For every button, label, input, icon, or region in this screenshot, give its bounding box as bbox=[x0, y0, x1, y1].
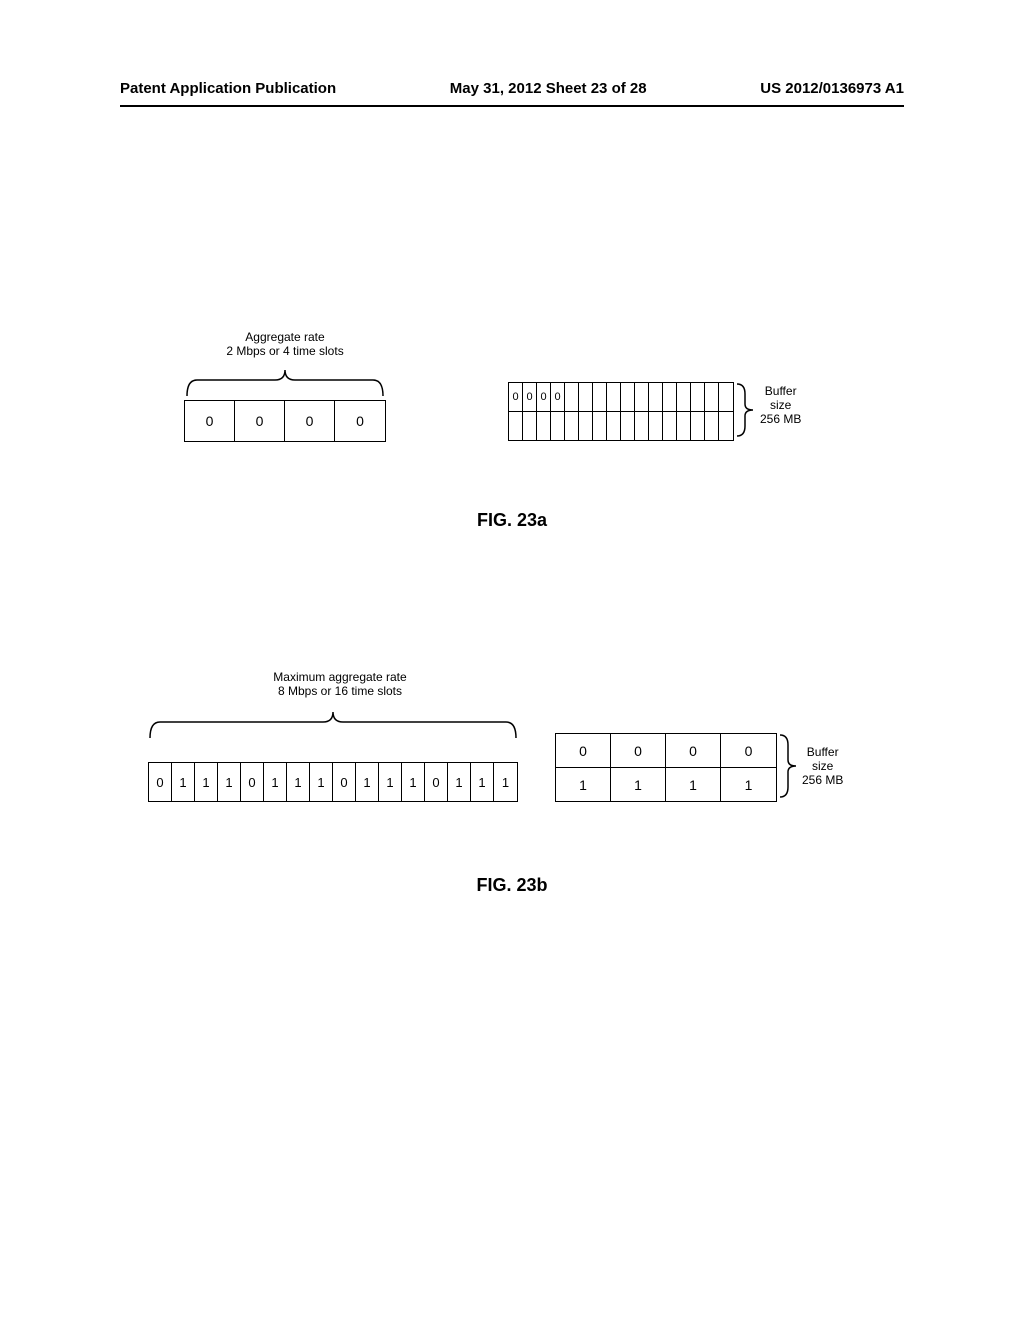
buffer-cell bbox=[607, 412, 621, 440]
slot-cell: 1 bbox=[448, 763, 471, 801]
right-brace-b bbox=[778, 733, 798, 799]
slot-cell: 1 bbox=[218, 763, 241, 801]
buf-label-line2: size bbox=[802, 759, 843, 773]
buf-label-line3: 256 MB bbox=[802, 773, 843, 787]
slot-cell: 1 bbox=[402, 763, 425, 801]
slot-cell: 0 bbox=[185, 401, 235, 441]
buffer-size-label-b: Buffer size 256 MB bbox=[802, 745, 843, 787]
buffer-cell bbox=[649, 412, 663, 440]
figure-caption-a: FIG. 23a bbox=[0, 510, 1024, 531]
buffer-cell bbox=[663, 412, 677, 440]
buffer-cell bbox=[565, 412, 579, 440]
buffer-cell bbox=[593, 412, 607, 440]
buffer-cell: 1 bbox=[666, 768, 721, 801]
buffer-cell: 0 bbox=[537, 383, 551, 411]
slot-cell: 0 bbox=[335, 401, 385, 441]
header-left: Patent Application Publication bbox=[120, 80, 336, 97]
figure-caption-b: FIG. 23b bbox=[0, 875, 1024, 896]
buffer-cell bbox=[579, 412, 593, 440]
buf-label-line2: size bbox=[760, 398, 801, 412]
slot-cell: 1 bbox=[287, 763, 310, 801]
buffer-cell bbox=[523, 412, 537, 440]
slot-cell: 1 bbox=[172, 763, 195, 801]
right-brace-a bbox=[735, 382, 755, 438]
buffer-row bbox=[509, 412, 733, 440]
slot-cell: 0 bbox=[235, 401, 285, 441]
buffer-row: 1 1 1 1 bbox=[556, 768, 776, 801]
slot-cell: 1 bbox=[356, 763, 379, 801]
buffer-cell bbox=[593, 383, 607, 411]
buffer-cell: 0 bbox=[551, 383, 565, 411]
timeslots-a: 0 0 0 0 bbox=[184, 400, 386, 442]
buffer-cell bbox=[691, 383, 705, 411]
buffer-cell: 0 bbox=[721, 734, 776, 767]
header-middle: May 31, 2012 Sheet 23 of 28 bbox=[450, 80, 647, 97]
buffer-cell bbox=[621, 412, 635, 440]
buffer-cell bbox=[635, 383, 649, 411]
buffer-row: 0 0 0 0 bbox=[509, 383, 733, 412]
buffer-cell bbox=[537, 412, 551, 440]
buffer-grid-a: 0 0 0 0 bbox=[508, 382, 734, 441]
top-brace-a bbox=[185, 368, 385, 398]
buffer-size-label-a: Buffer size 256 MB bbox=[760, 384, 801, 426]
slot-cell: 1 bbox=[310, 763, 333, 801]
header-rule bbox=[120, 105, 904, 107]
page-header: Patent Application Publication May 31, 2… bbox=[0, 80, 1024, 97]
buffer-cell bbox=[579, 383, 593, 411]
buffer-row: 0 0 0 0 bbox=[556, 734, 776, 768]
aggregate-rate-label-b: Maximum aggregate rate 8 Mbps or 16 time… bbox=[240, 670, 440, 698]
buffer-cell bbox=[691, 412, 705, 440]
ag-label-line1: Aggregate rate bbox=[195, 330, 375, 344]
ag-label-line2: 2 Mbps or 4 time slots bbox=[195, 344, 375, 358]
buffer-cell bbox=[649, 383, 663, 411]
slot-cell: 0 bbox=[149, 763, 172, 801]
ag-label-line1: Maximum aggregate rate bbox=[240, 670, 440, 684]
buffer-cell: 1 bbox=[611, 768, 666, 801]
buffer-cell: 0 bbox=[523, 383, 537, 411]
slot-cell: 0 bbox=[241, 763, 264, 801]
buffer-cell bbox=[635, 412, 649, 440]
buffer-cell: 0 bbox=[556, 734, 611, 767]
buf-label-line1: Buffer bbox=[760, 384, 801, 398]
buffer-cell bbox=[565, 383, 579, 411]
buffer-cell: 1 bbox=[721, 768, 776, 801]
buffer-cell bbox=[719, 383, 733, 411]
buffer-cell: 0 bbox=[666, 734, 721, 767]
slot-cell: 0 bbox=[425, 763, 448, 801]
buffer-cell bbox=[663, 383, 677, 411]
slot-cell: 0 bbox=[333, 763, 356, 801]
slot-cell: 0 bbox=[285, 401, 335, 441]
timeslots-b: 0 1 1 1 0 1 1 1 0 1 1 1 0 1 1 1 bbox=[148, 762, 518, 802]
buffer-cell bbox=[621, 383, 635, 411]
buffer-cell bbox=[607, 383, 621, 411]
buffer-cell bbox=[677, 412, 691, 440]
buffer-cell bbox=[509, 412, 523, 440]
buffer-cell: 0 bbox=[611, 734, 666, 767]
buffer-cell bbox=[551, 412, 565, 440]
buf-label-line1: Buffer bbox=[802, 745, 843, 759]
slot-cell: 1 bbox=[471, 763, 494, 801]
top-brace-b bbox=[148, 710, 518, 740]
buf-label-line3: 256 MB bbox=[760, 412, 801, 426]
buffer-cell: 1 bbox=[556, 768, 611, 801]
buffer-cell bbox=[705, 383, 719, 411]
ag-label-line2: 8 Mbps or 16 time slots bbox=[240, 684, 440, 698]
header-right: US 2012/0136973 A1 bbox=[760, 80, 904, 97]
slot-cell: 1 bbox=[264, 763, 287, 801]
buffer-cell bbox=[677, 383, 691, 411]
buffer-cell: 0 bbox=[509, 383, 523, 411]
buffer-cell bbox=[719, 412, 733, 440]
slot-cell: 1 bbox=[195, 763, 218, 801]
slot-cell: 1 bbox=[379, 763, 402, 801]
buffer-cell bbox=[705, 412, 719, 440]
slot-cell: 1 bbox=[494, 763, 517, 801]
buffer-grid-b: 0 0 0 0 1 1 1 1 bbox=[555, 733, 777, 802]
aggregate-rate-label-a: Aggregate rate 2 Mbps or 4 time slots bbox=[195, 330, 375, 358]
